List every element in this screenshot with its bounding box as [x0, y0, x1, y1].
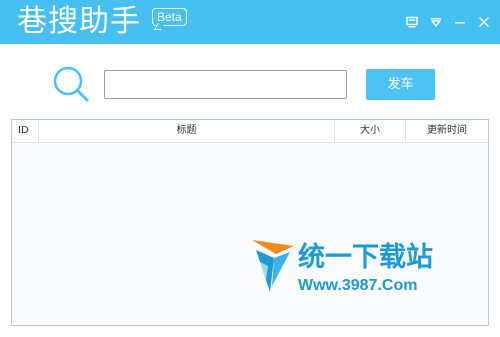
app-title: 巷搜助手 [17, 4, 141, 39]
skin-icon[interactable] [404, 14, 420, 30]
watermark-brand: 统一下载站 [298, 242, 433, 273]
column-header-title[interactable]: 标题 [38, 120, 334, 142]
title-bar[interactable]: 巷搜助手 Beta [0, 0, 500, 44]
beta-badge: Beta [152, 8, 187, 26]
menu-dropdown-icon[interactable] [428, 14, 444, 30]
column-header-size[interactable]: 大小 [334, 120, 405, 142]
app-window: 巷搜助手 Beta 发车 ID 标题 大小 更新时间 统一下载站 Www.398… [0, 0, 500, 337]
watermark-logo-icon [252, 240, 294, 292]
watermark: 统一下载站 Www.3987.Com [250, 236, 440, 300]
table-header: ID 标题 大小 更新时间 [12, 120, 488, 143]
search-input[interactable] [104, 70, 347, 99]
search-button[interactable]: 发车 [366, 69, 435, 100]
search-icon [51, 64, 91, 104]
window-controls [404, 14, 492, 30]
minimize-icon[interactable] [452, 14, 468, 30]
watermark-url: Www.3987.Com [298, 277, 418, 294]
close-icon[interactable] [476, 14, 492, 30]
column-header-id[interactable]: ID [18, 120, 38, 142]
column-header-updated[interactable]: 更新时间 [405, 120, 488, 142]
